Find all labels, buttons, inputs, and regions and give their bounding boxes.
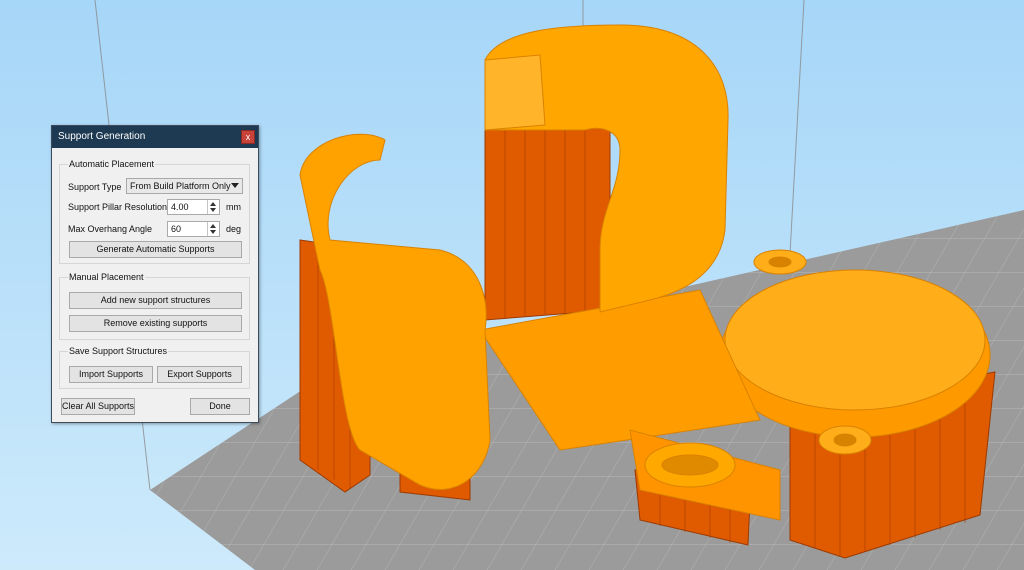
overhang-angle-unit: deg xyxy=(226,224,242,234)
remove-supports-button[interactable]: Remove existing supports xyxy=(69,315,242,332)
automatic-placement-legend: Automatic Placement xyxy=(68,159,156,169)
spin-arrows-icon[interactable] xyxy=(207,200,219,214)
pillar-resolution-value: 4.00 xyxy=(171,202,189,212)
chevron-down-icon xyxy=(231,183,239,188)
pillar-resolution-label: Support Pillar Resolution xyxy=(68,202,168,212)
support-type-label: Support Type xyxy=(68,182,122,192)
generate-automatic-supports-button[interactable]: Generate Automatic Supports xyxy=(69,241,242,258)
pillar-resolution-unit: mm xyxy=(226,202,241,212)
pillar-resolution-spinbox[interactable]: 4.00 xyxy=(167,199,220,215)
manual-placement-legend: Manual Placement xyxy=(68,272,145,282)
clear-all-supports-button[interactable]: Clear All Supports xyxy=(61,398,135,415)
overhang-angle-value: 60 xyxy=(171,224,182,234)
dialog-titlebar[interactable]: Support Generation x xyxy=(52,126,258,148)
support-generation-dialog: Support Generation x Automatic Placement… xyxy=(51,125,259,423)
export-supports-button[interactable]: Export Supports xyxy=(157,366,242,383)
close-button[interactable]: x xyxy=(241,130,255,144)
import-supports-button[interactable]: Import Supports xyxy=(69,366,153,383)
spin-arrows-icon[interactable] xyxy=(207,222,219,236)
overhang-angle-label: Max Overhang Angle xyxy=(68,224,153,234)
done-button[interactable]: Done xyxy=(190,398,250,415)
dialog-title: Support Generation xyxy=(58,131,146,142)
add-support-structures-button[interactable]: Add new support structures xyxy=(69,292,242,309)
support-type-value: From Build Platform Only xyxy=(130,181,231,191)
support-type-select[interactable]: From Build Platform Only xyxy=(126,178,243,194)
save-support-structures-legend: Save Support Structures xyxy=(68,346,169,356)
overhang-angle-spinbox[interactable]: 60 xyxy=(167,221,220,237)
